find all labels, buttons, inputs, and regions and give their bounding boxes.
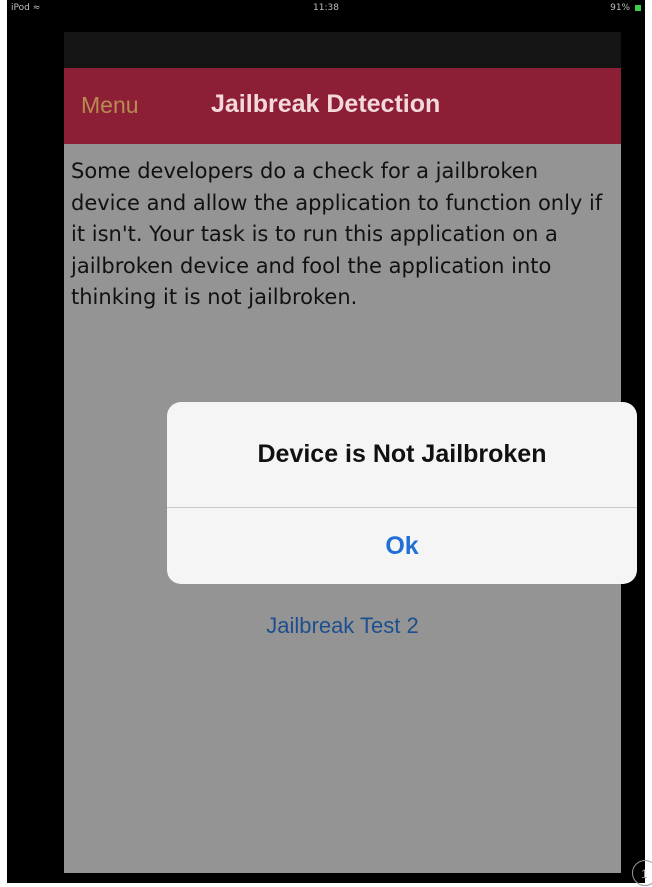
battery-icon xyxy=(635,4,641,11)
alert-title: Device is Not Jailbroken xyxy=(257,440,547,468)
jailbreak-test-2-button[interactable]: Jailbreak Test 2 xyxy=(64,613,621,639)
challenge-description: Some developers do a check for a jailbro… xyxy=(71,159,603,309)
status-bar: iPod ≈ 11:38 91% xyxy=(7,0,645,22)
alert-dialog: Device is Not Jailbroken Ok xyxy=(167,402,637,584)
corner-badge: 1 xyxy=(632,860,652,886)
alert-ok-button[interactable]: Ok xyxy=(167,508,637,584)
status-time: 11:38 xyxy=(313,3,339,13)
page-title: Jailbreak Detection xyxy=(211,90,441,118)
navigation-bar: Menu Jailbreak Detection xyxy=(64,68,621,144)
battery-percent: 91% xyxy=(610,3,631,13)
menu-button[interactable]: Menu xyxy=(81,92,139,119)
battery-indicator: 91% xyxy=(610,3,641,13)
device-screen: iPod ≈ 11:38 91% Menu Jailbreak Detectio… xyxy=(7,0,645,883)
app-window: Menu Jailbreak Detection Some developers… xyxy=(64,32,637,873)
